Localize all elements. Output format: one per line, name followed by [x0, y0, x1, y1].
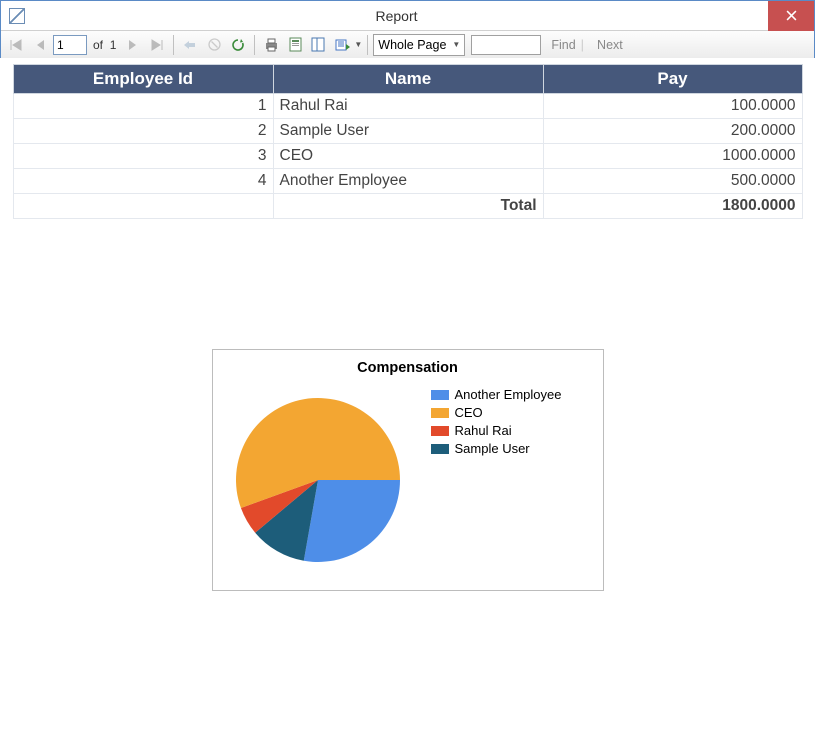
legend-item: CEO	[431, 404, 562, 422]
first-page-button[interactable]	[5, 34, 27, 56]
last-page-icon	[150, 39, 164, 51]
print-layout-icon	[289, 37, 302, 52]
print-icon	[264, 38, 279, 52]
next-link[interactable]: Next	[597, 38, 623, 52]
close-button[interactable]	[768, 1, 814, 31]
cell-pay: 1000.0000	[543, 144, 802, 169]
export-button[interactable]	[332, 34, 354, 56]
back-arrow-icon	[183, 39, 197, 51]
of-label: of 1	[93, 38, 116, 52]
employee-table: Employee Id Name Pay 1 Rahul Rai 100.000…	[13, 64, 803, 219]
next-page-button[interactable]	[122, 34, 144, 56]
table-row: 1 Rahul Rai 100.0000	[13, 94, 802, 119]
compensation-chart: Compensation Another Employee CEO Rahul …	[212, 349, 604, 591]
find-link[interactable]: Find	[551, 38, 575, 52]
table-row: 2 Sample User 200.0000	[13, 119, 802, 144]
refresh-icon	[231, 38, 245, 52]
col-header-name: Name	[273, 65, 543, 94]
search-input[interactable]	[471, 35, 541, 55]
page-setup-button[interactable]	[308, 34, 330, 56]
first-page-icon	[9, 39, 23, 51]
col-header-id: Employee Id	[13, 65, 273, 94]
last-page-button[interactable]	[146, 34, 168, 56]
total-value: 1800.0000	[543, 194, 802, 219]
pie-chart	[223, 382, 413, 572]
page-setup-icon	[311, 37, 327, 52]
stop-button[interactable]	[203, 34, 225, 56]
report-viewport: Employee Id Name Pay 1 Rahul Rai 100.000…	[0, 58, 815, 750]
page-number-input[interactable]	[53, 35, 87, 55]
report-page: Employee Id Name Pay 1 Rahul Rai 100.000…	[13, 64, 803, 591]
back-button[interactable]	[179, 34, 201, 56]
window-title: Report	[25, 8, 768, 24]
zoom-label: Whole Page	[378, 38, 446, 52]
cell-name: Rahul Rai	[273, 94, 543, 119]
cell-name: Another Employee	[273, 169, 543, 194]
chart-title: Compensation	[223, 360, 593, 376]
total-label: Total	[273, 194, 543, 219]
export-icon	[335, 37, 351, 52]
cell-id: 4	[13, 169, 273, 194]
legend-item: Another Employee	[431, 386, 562, 404]
col-header-pay: Pay	[543, 65, 802, 94]
close-icon	[786, 10, 797, 21]
cell-name: Sample User	[273, 119, 543, 144]
chevron-down-icon: ▼	[452, 40, 460, 49]
legend-item: Sample User	[431, 440, 562, 458]
prev-page-button[interactable]	[29, 34, 51, 56]
chart-legend: Another Employee CEO Rahul Rai Sample Us…	[431, 382, 562, 572]
titlebar: Report	[1, 1, 814, 31]
cell-pay: 100.0000	[543, 94, 802, 119]
zoom-select[interactable]: Whole Page ▼	[373, 34, 465, 56]
prev-page-icon	[35, 39, 45, 51]
print-button[interactable]	[260, 34, 282, 56]
cell-id: 3	[13, 144, 273, 169]
cell-id: 2	[13, 119, 273, 144]
next-page-icon	[128, 39, 138, 51]
cell-pay: 200.0000	[543, 119, 802, 144]
print-layout-button[interactable]	[284, 34, 306, 56]
cell-name: CEO	[273, 144, 543, 169]
app-icon	[9, 8, 25, 24]
table-row: 3 CEO 1000.0000	[13, 144, 802, 169]
legend-item: Rahul Rai	[431, 422, 562, 440]
cell-id: 1	[13, 94, 273, 119]
stop-icon	[208, 38, 221, 51]
table-row: 4 Another Employee 500.0000	[13, 169, 802, 194]
report-toolbar: of 1 ▼ Whole Page ▼ Find | Next	[1, 31, 814, 59]
cell-pay: 500.0000	[543, 169, 802, 194]
refresh-button[interactable]	[227, 34, 249, 56]
total-row: Total 1800.0000	[13, 194, 802, 219]
